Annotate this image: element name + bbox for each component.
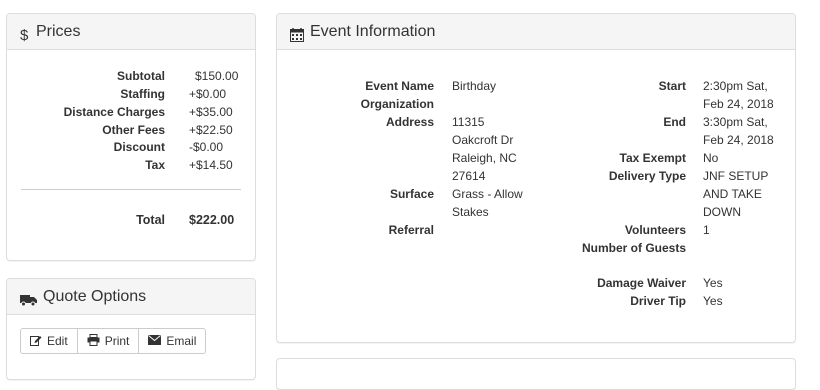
start-line: 2:30pm Sat, [703, 79, 768, 93]
email-button-label: Email [166, 334, 197, 348]
price-row-total: Total $222.00 [7, 211, 255, 229]
price-label: Discount [113, 140, 165, 154]
tax-exempt-label: Tax Exempt [619, 151, 686, 165]
dollar-icon: $ [20, 27, 30, 43]
quote-options-heading: Quote Options [7, 279, 255, 315]
print-button-label: Print [104, 334, 130, 348]
address-line: 27614 [452, 169, 486, 183]
address-line: Oakcroft Dr [452, 133, 514, 147]
price-row-distance: Distance Charges +$35.00 [7, 103, 255, 121]
tax-exempt-value: No [703, 151, 719, 165]
quote-options-title: Quote Options [43, 287, 147, 305]
email-button[interactable]: Email [138, 328, 207, 354]
svg-text:$: $ [20, 27, 29, 43]
price-value: +$0.00 [189, 87, 227, 101]
total-value: $222.00 [189, 213, 235, 227]
event-information-heading: Event Information [277, 14, 795, 50]
prices-divider [21, 189, 241, 190]
end-line: Feb 24, 2018 [703, 133, 774, 147]
referral-label: Referral [388, 223, 434, 237]
price-value: -$0.00 [189, 140, 224, 154]
price-label: Staffing [120, 87, 165, 101]
event-name-value: Birthday [452, 79, 497, 93]
guests-label: Number of Guests [581, 241, 686, 255]
start-line: Feb 24, 2018 [703, 97, 774, 111]
price-label: Other Fees [102, 123, 165, 137]
truck-icon [20, 293, 37, 307]
driver-tip-value: Yes [703, 294, 723, 308]
price-label: Subtotal [117, 69, 165, 83]
damage-waiver-label: Damage Waiver [597, 276, 686, 290]
delivery-type-line: AND TAKE [703, 187, 762, 201]
organization-label: Organization [360, 97, 434, 111]
price-label: Distance Charges [63, 105, 165, 119]
delivery-type-line: JNF SETUP [703, 169, 769, 183]
volunteers-value: 1 [703, 223, 710, 237]
delivery-type-line: DOWN [703, 205, 741, 219]
price-value: +$14.50 [189, 158, 233, 172]
address-line: Raleigh, NC [452, 151, 517, 165]
total-label: Total [136, 213, 165, 227]
edit-button-label: Edit [47, 334, 68, 348]
driver-tip-label: Driver Tip [630, 294, 686, 308]
address-line: 11315 [452, 115, 485, 129]
quote-options-panel: Quote Options Edit Print Email [6, 278, 256, 380]
price-value: +$22.50 [189, 123, 233, 137]
print-button[interactable]: Print [76, 328, 140, 354]
surface-label: Surface [389, 187, 434, 201]
event-information-panel: Event Information Event Name Birthday Or… [276, 13, 796, 343]
start-label: Start [658, 79, 686, 93]
surface-line: Grass - Allow [452, 187, 523, 201]
prices-panel: $ Prices Subtotal $150.00 Staffing +$0.0… [6, 13, 256, 261]
calendar-icon [290, 28, 304, 42]
price-value: $150.00 [195, 69, 239, 83]
prices-title: Prices [36, 22, 81, 40]
price-row-other-fees: Other Fees +$22.50 [7, 121, 255, 139]
delivery-type-label: Delivery Type [608, 169, 686, 183]
end-label: End [663, 115, 686, 129]
address-label: Address [385, 115, 434, 129]
edit-icon [30, 334, 42, 349]
damage-waiver-value: Yes [703, 276, 723, 290]
quote-actions-group: Edit Print Email [20, 328, 207, 354]
surface-line: Stakes [452, 205, 489, 219]
print-icon [87, 333, 100, 349]
price-row-discount: Discount -$0.00 [7, 138, 255, 156]
prices-panel-heading: $ Prices [7, 14, 255, 50]
price-value: +$35.00 [189, 105, 233, 119]
price-label: Tax [145, 158, 165, 172]
end-line: 3:30pm Sat, [703, 115, 768, 129]
event-information-title: Event Information [310, 22, 436, 40]
volunteers-label: Volunteers [624, 223, 686, 237]
price-row-tax: Tax +$14.50 [7, 156, 255, 174]
price-row-staffing: Staffing +$0.00 [7, 85, 255, 103]
next-panel [276, 358, 796, 390]
event-name-label: Event Name [365, 79, 434, 93]
envelope-icon [148, 334, 162, 348]
price-row-subtotal: Subtotal $150.00 [7, 67, 255, 85]
edit-button[interactable]: Edit [20, 328, 78, 354]
